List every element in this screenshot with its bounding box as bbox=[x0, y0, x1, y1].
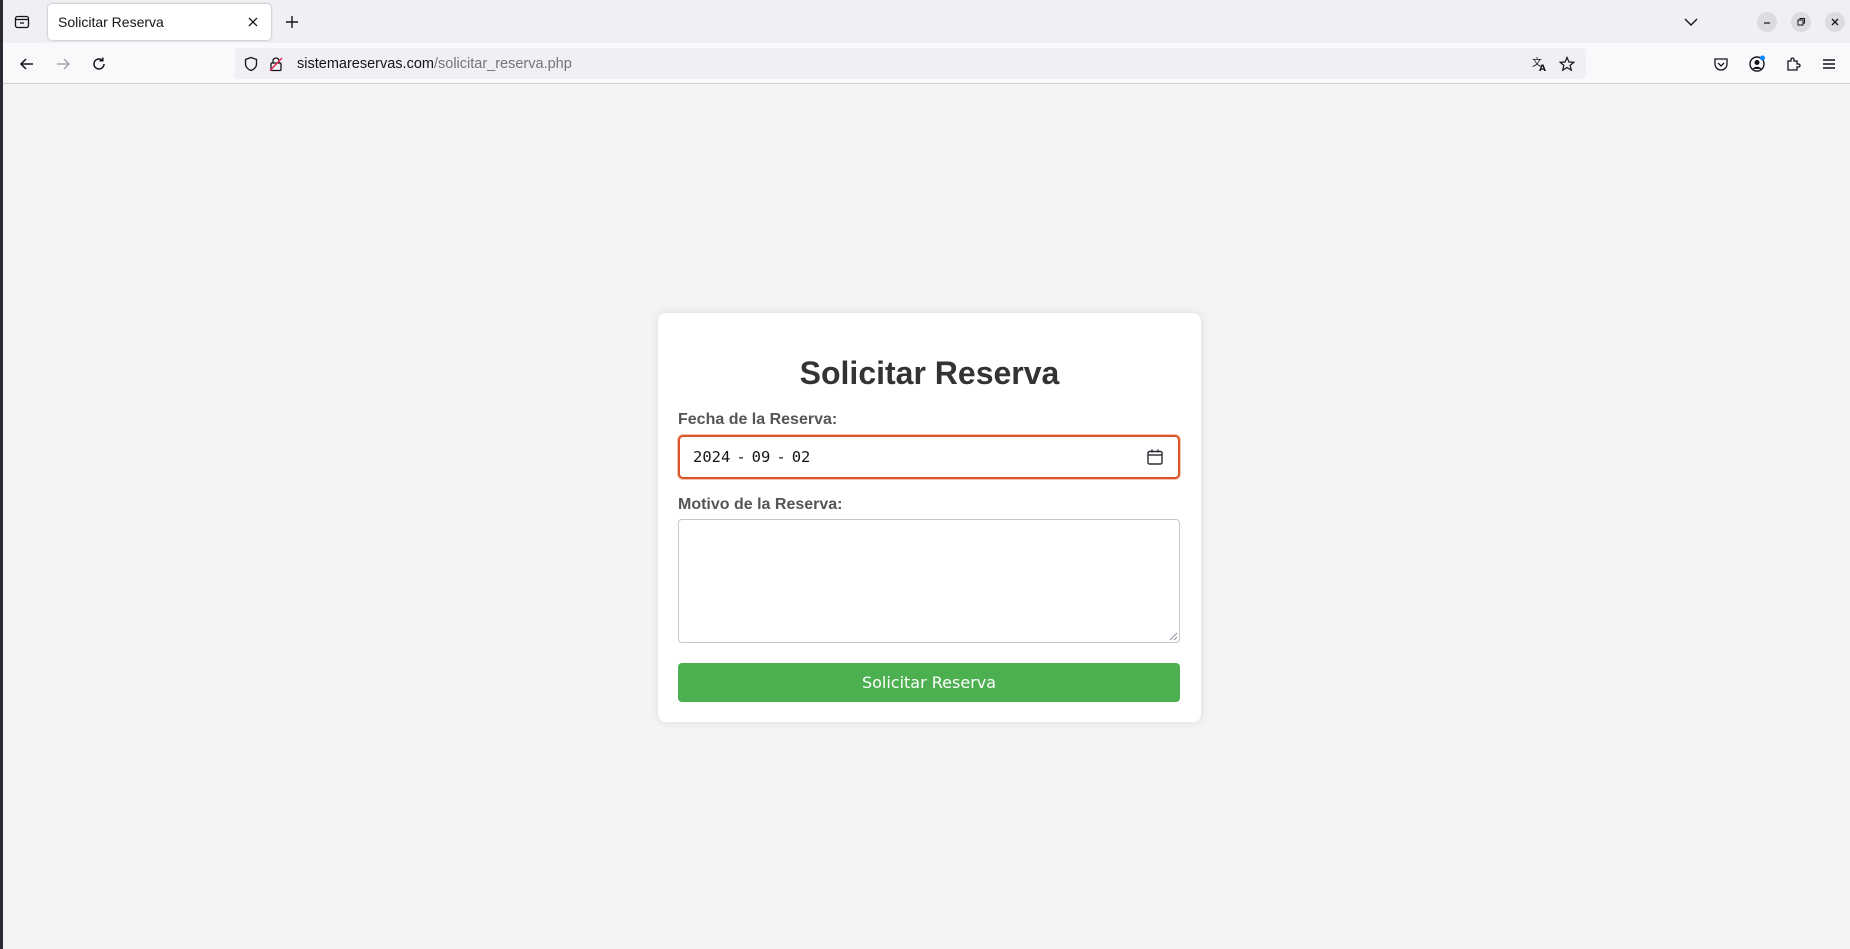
account-icon[interactable] bbox=[1744, 51, 1770, 77]
tab-strip: Solicitar Reserva bbox=[0, 0, 1850, 43]
restore-icon[interactable] bbox=[1791, 12, 1811, 32]
window-frame-edge bbox=[0, 0, 3, 949]
submit-button[interactable]: Solicitar Reserva bbox=[678, 663, 1180, 702]
forward-arrow-icon[interactable] bbox=[50, 51, 76, 77]
date-separator: - bbox=[736, 448, 746, 466]
bookmark-star-icon[interactable] bbox=[1555, 52, 1579, 76]
chevron-down-icon[interactable] bbox=[1679, 10, 1703, 34]
reload-icon[interactable] bbox=[86, 51, 112, 77]
date-label: Fecha de la Reserva: bbox=[678, 411, 838, 428]
resize-grip-icon[interactable] bbox=[1168, 631, 1178, 641]
back-arrow-icon[interactable] bbox=[14, 51, 40, 77]
url-path: /solicitar_reserva.php bbox=[433, 55, 572, 72]
page-title: Solicitar Reserva bbox=[799, 355, 1060, 391]
reason-label: Motivo de la Reserva: bbox=[678, 496, 843, 513]
menu-hamburger-icon[interactable] bbox=[1816, 51, 1842, 77]
shield-icon[interactable] bbox=[240, 53, 262, 75]
date-day[interactable]: 02 bbox=[792, 448, 811, 466]
svg-text:A: A bbox=[1539, 64, 1546, 73]
reservation-form-card: Solicitar Reserva Fecha de la Reserva: 2… bbox=[658, 313, 1201, 722]
url-host: sistemareservas.com bbox=[297, 55, 434, 72]
navigation-toolbar: sistemareservas.com/solicitar_reserva.ph… bbox=[0, 43, 1850, 84]
calendar-icon[interactable] bbox=[1146, 448, 1164, 466]
url-text: sistemareservas.com/solicitar_reserva.ph… bbox=[297, 56, 572, 72]
insecure-lock-icon[interactable] bbox=[265, 53, 287, 75]
minimize-icon[interactable] bbox=[1757, 12, 1777, 32]
tab-active[interactable]: Solicitar Reserva bbox=[48, 4, 271, 40]
date-year[interactable]: 2024 bbox=[693, 448, 730, 466]
firefox-view-icon[interactable] bbox=[10, 11, 34, 33]
date-separator: - bbox=[776, 448, 786, 466]
date-month[interactable]: 09 bbox=[752, 448, 771, 466]
translate-icon[interactable]: 文A bbox=[1528, 52, 1552, 76]
new-tab-icon[interactable] bbox=[280, 10, 304, 34]
date-input[interactable]: 2024 - 09 - 02 bbox=[678, 435, 1180, 479]
tab-title: Solicitar Reserva bbox=[58, 14, 164, 30]
close-window-icon[interactable] bbox=[1825, 12, 1845, 32]
close-tab-icon[interactable] bbox=[241, 10, 265, 34]
reason-textarea[interactable] bbox=[678, 519, 1180, 643]
extensions-icon[interactable] bbox=[1780, 51, 1806, 77]
pocket-icon[interactable] bbox=[1708, 51, 1734, 77]
address-bar[interactable]: sistemareservas.com/solicitar_reserva.ph… bbox=[235, 48, 1586, 79]
page-content: Solicitar Reserva Fecha de la Reserva: 2… bbox=[3, 85, 1850, 949]
